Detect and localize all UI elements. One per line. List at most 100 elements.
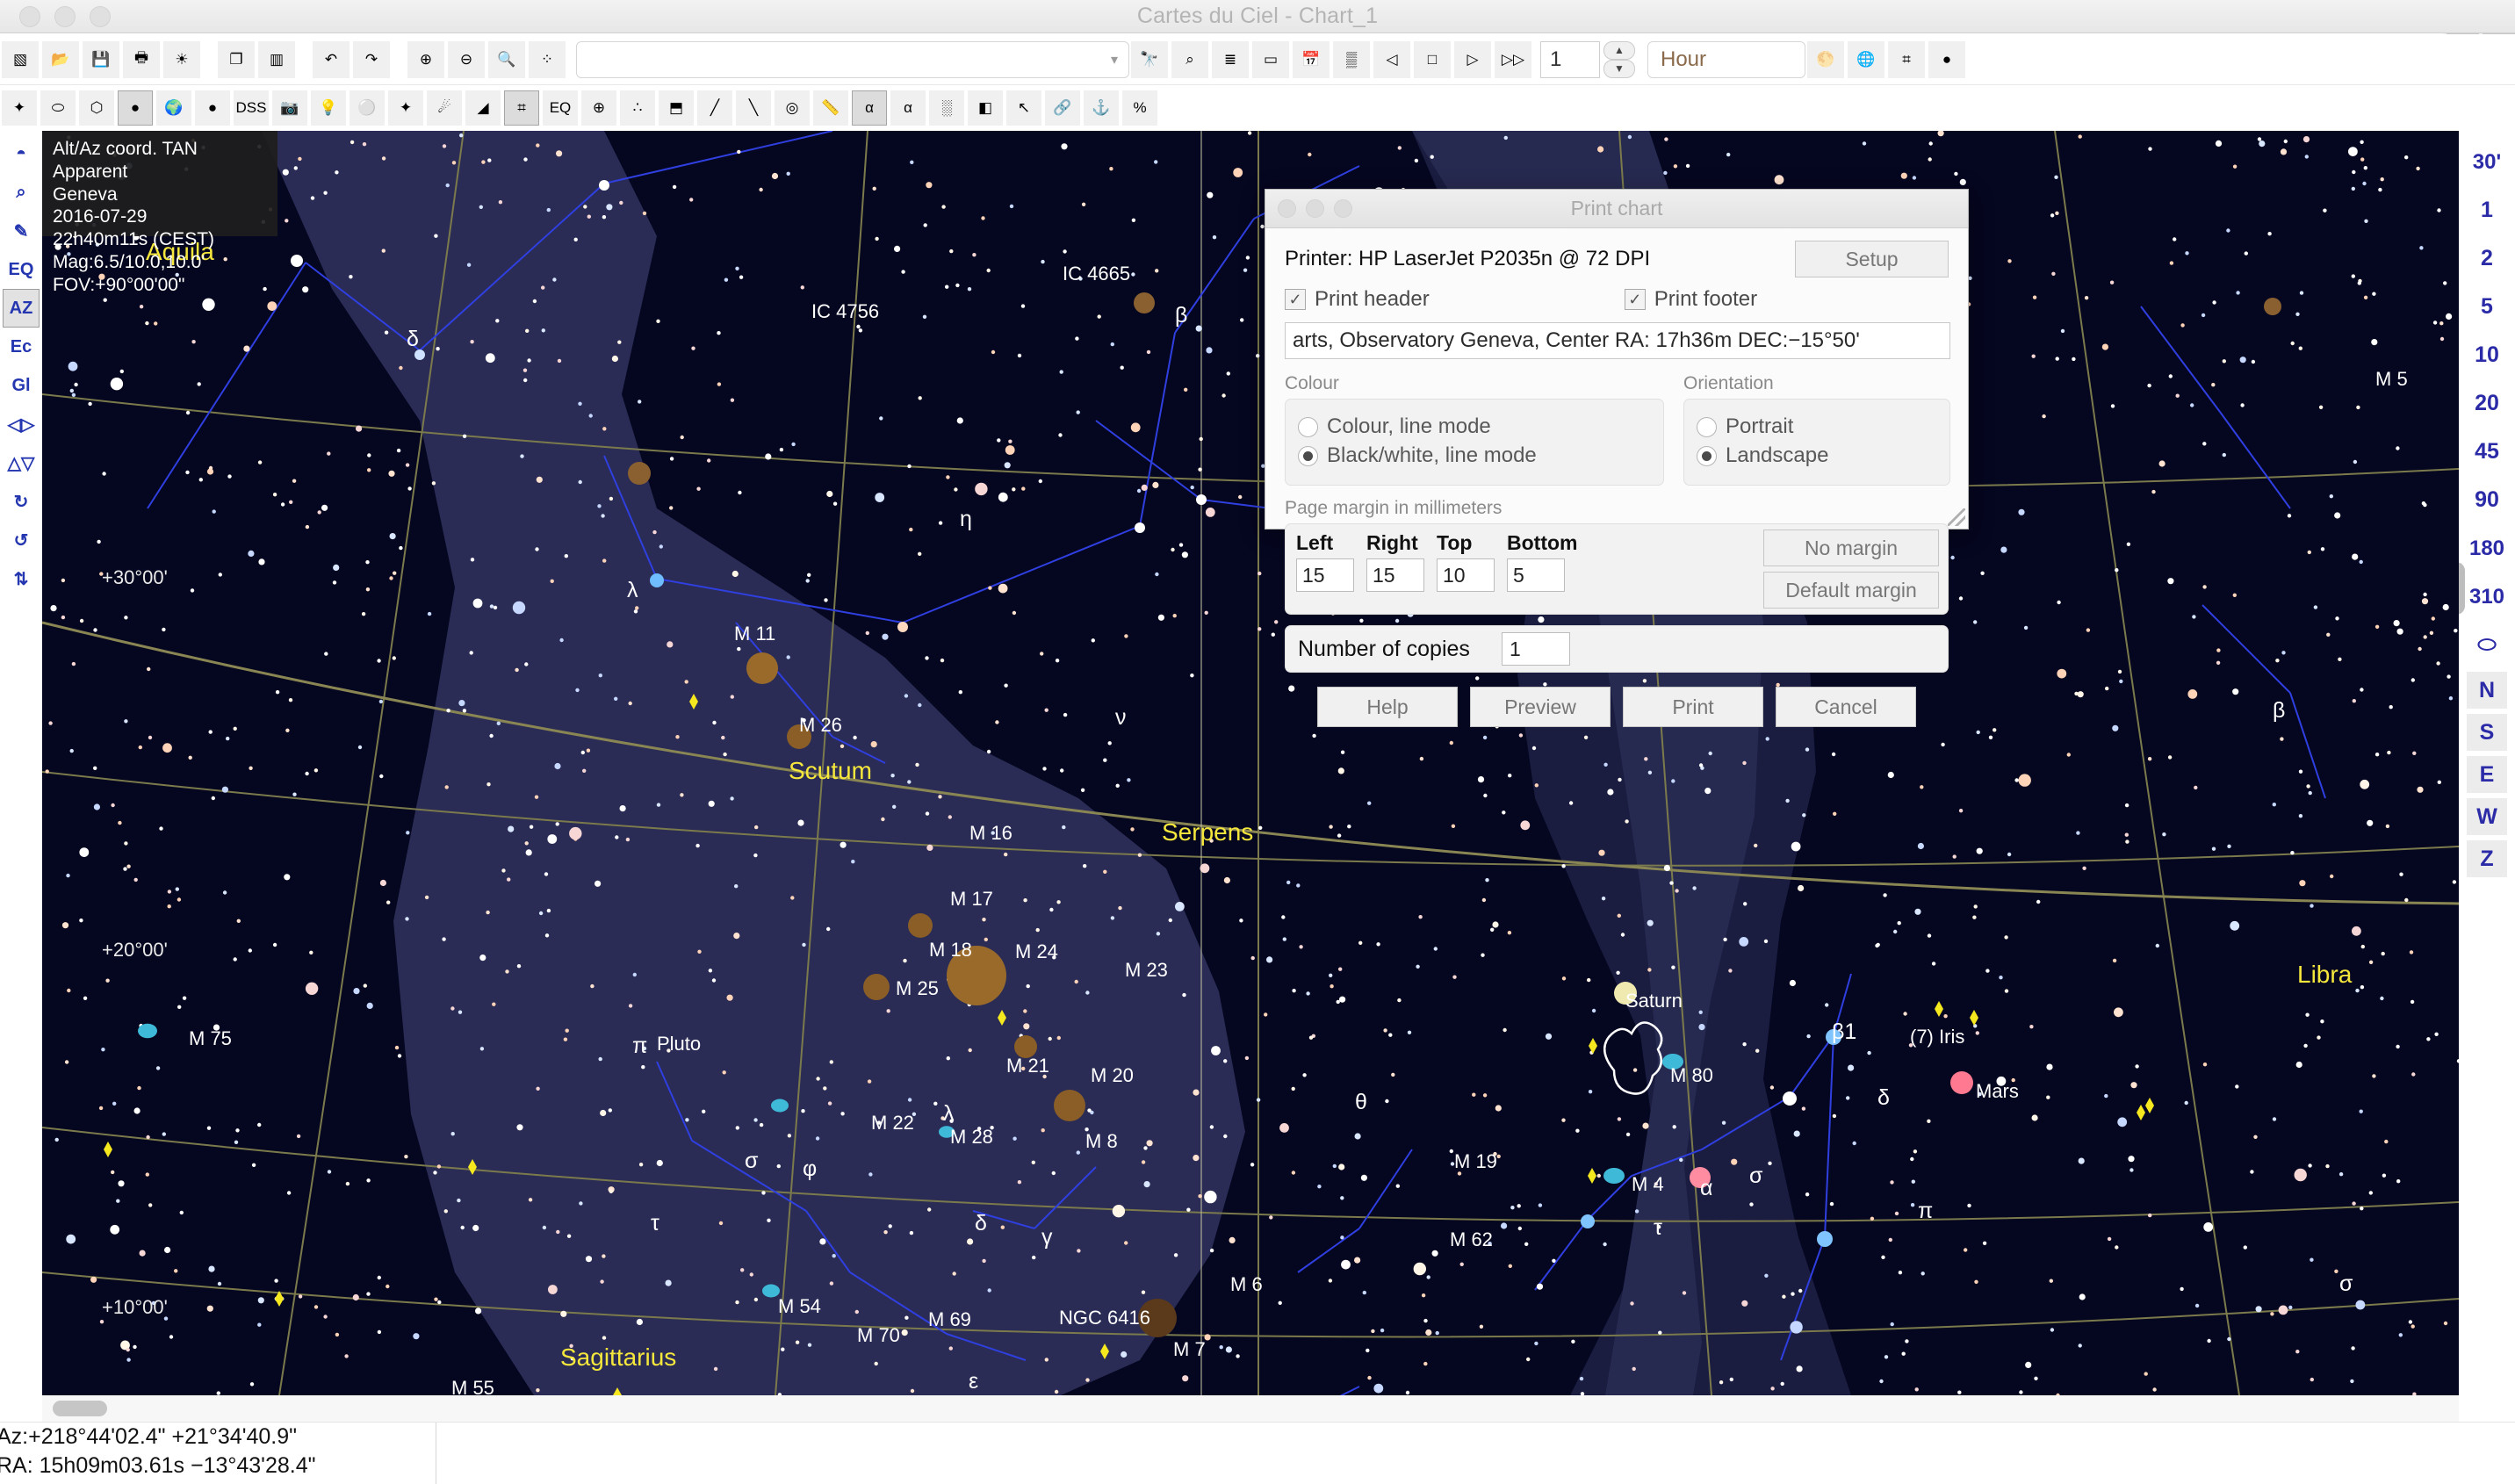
direction-button-e[interactable]: E	[2467, 756, 2507, 793]
zoom-in-button[interactable]: ⊕	[407, 40, 444, 78]
dot-object-button[interactable]: ●	[195, 90, 230, 126]
copy-button[interactable]: ❐	[218, 40, 255, 78]
radio-colour-line-mode[interactable]: Colour, line mode	[1298, 414, 1651, 439]
time-step-unit[interactable]: Hour	[1647, 40, 1805, 78]
zoom-fit-button[interactable]: 🔍	[488, 40, 525, 78]
grid-toggle-button[interactable]: ⌗	[504, 90, 539, 126]
save-chart-button[interactable]: 💾	[83, 40, 119, 78]
equatorial-coord-button[interactable]: EQ	[3, 250, 40, 289]
radio-icon[interactable]	[1697, 416, 1717, 437]
nebula-display-button[interactable]: ⬭	[2461, 621, 2512, 669]
telescope-control-button[interactable]: ⌕	[3, 173, 40, 212]
star-chart-canvas[interactable]: Alt/Az coord. TAN Apparent Geneva 2016-07-2…	[42, 131, 2459, 1395]
spectrum-button[interactable]: ▒	[1333, 40, 1370, 78]
header-text-input[interactable]: arts, Observatory Geneva, Center RA: 17h…	[1285, 322, 1950, 359]
globe-button[interactable]: 🌐	[1848, 40, 1884, 78]
alpha-label-button[interactable]: α	[852, 90, 887, 126]
zoom-level-30min[interactable]: 30'	[2461, 138, 2512, 186]
split-view-button[interactable]: ▥	[258, 40, 295, 78]
radio-icon[interactable]	[1697, 445, 1717, 466]
zoom-level-90[interactable]: 90	[2461, 476, 2512, 524]
nebula-toggle-button[interactable]: ⬭	[40, 90, 76, 126]
calendar-view-button[interactable]: ▭	[1252, 40, 1289, 78]
chain-link-button[interactable]: 🔗	[1045, 90, 1080, 126]
binoculars-button[interactable]: 🔭	[1131, 40, 1168, 78]
constellation-lines-button[interactable]: ∴	[620, 90, 655, 126]
zoom-level-10[interactable]: 10	[2461, 331, 2512, 379]
comets-toggle-button[interactable]: ✦	[388, 90, 423, 126]
zoom-level-1[interactable]: 1	[2461, 186, 2512, 234]
find-object-button[interactable]: ⌕	[1171, 40, 1208, 78]
flip-horizontal-button[interactable]: ◁▷	[3, 405, 40, 443]
stars-toggle-button[interactable]: ✦	[2, 90, 37, 126]
margin-top-input[interactable]: 10	[1437, 558, 1495, 592]
horizon-circle-button[interactable]: ◎	[775, 90, 810, 126]
observatory-dome-button[interactable]: ◓	[3, 134, 40, 173]
notes-edit-button[interactable]: ✎	[3, 212, 40, 250]
play-fast-button[interactable]: ▷▷	[1495, 40, 1531, 78]
undo-button[interactable]: ↶	[313, 40, 350, 78]
radio-portrait[interactable]: Portrait	[1697, 414, 1937, 439]
dark-nebula-button[interactable]: ●	[118, 90, 153, 126]
radio-icon[interactable]	[1298, 416, 1318, 437]
open-chart-button[interactable]: 📂	[42, 40, 79, 78]
redo-button[interactable]: ↷	[353, 40, 390, 78]
percent-button[interactable]: %	[1122, 90, 1157, 126]
ecliptic-coord-button[interactable]: Ec	[3, 328, 40, 366]
print-header-checkbox[interactable]: ✓	[1285, 289, 1306, 310]
stop-time-button[interactable]: □	[1414, 40, 1451, 78]
camera-button[interactable]: 📷	[272, 90, 307, 126]
preview-button[interactable]: Preview	[1470, 687, 1611, 727]
grid-button[interactable]: ⌗	[1888, 40, 1925, 78]
planet-button[interactable]: ●	[1928, 40, 1965, 78]
copies-input[interactable]: 1	[1501, 632, 1570, 666]
zoom-level-45[interactable]: 45	[2461, 428, 2512, 476]
meridian-button[interactable]: ╲	[736, 90, 771, 126]
margin-bottom-input[interactable]: 5	[1507, 558, 1565, 592]
time-step-value[interactable]: 1	[1540, 40, 1600, 78]
time-step-spinner[interactable]: ▲ ▼	[1603, 40, 1635, 78]
dss-button[interactable]: DSS	[234, 90, 269, 126]
rotate-right-button[interactable]: ↻	[3, 482, 40, 521]
asteroid-toggle-button[interactable]: ☄	[427, 90, 462, 126]
print-footer-checkbox[interactable]: ✓	[1624, 289, 1646, 310]
date-button[interactable]: 📅	[1293, 40, 1330, 78]
altaz-coord-button[interactable]: AZ	[3, 289, 40, 328]
eq-grid-button[interactable]: EQ	[543, 90, 578, 126]
search-combo[interactable]: ▾	[576, 40, 1129, 78]
sun-object-button[interactable]: ☀	[163, 40, 200, 78]
flip-vertical-button[interactable]: △▽	[3, 443, 40, 482]
moon-phase-button[interactable]: 🌕	[1807, 40, 1844, 78]
horizontal-scrollbar-thumb[interactable]	[53, 1401, 107, 1416]
color-invert-button[interactable]: ◧	[968, 90, 1003, 126]
radio-blackwhite-line-mode[interactable]: Black/white, line mode	[1298, 443, 1651, 468]
radio-landscape[interactable]: Landscape	[1697, 443, 1937, 468]
ecliptic-button[interactable]: ╱	[697, 90, 732, 126]
sky-background-button[interactable]: ░	[929, 90, 964, 126]
help-button[interactable]: Help	[1317, 687, 1458, 727]
zoom-out-button[interactable]: ⊖	[448, 40, 485, 78]
nebula-outline-button[interactable]: ⬡	[79, 90, 114, 126]
planets-toggle-button[interactable]: ⚪	[350, 90, 385, 126]
zoom-level-20[interactable]: 20	[2461, 379, 2512, 428]
compass-button[interactable]: ⊕	[581, 90, 616, 126]
chevron-down-icon[interactable]: ▾	[1111, 51, 1118, 68]
step-forward-button[interactable]: ▷	[1454, 40, 1491, 78]
margin-left-input[interactable]: 15	[1296, 558, 1354, 592]
horizontal-scrollbar[interactable]	[42, 1395, 2459, 1422]
direction-button-s[interactable]: S	[2467, 714, 2507, 751]
spinner-down-icon[interactable]: ▼	[1603, 59, 1635, 78]
radio-icon[interactable]	[1298, 445, 1318, 466]
print-button[interactable]: Print	[1623, 687, 1763, 727]
no-margin-button[interactable]: No margin	[1763, 529, 1939, 566]
direction-button-w[interactable]: W	[2467, 798, 2507, 835]
anchor-button[interactable]: ⚓	[1084, 90, 1119, 126]
ruler-button[interactable]: 📏	[813, 90, 848, 126]
new-chart-button[interactable]: ▧	[2, 40, 39, 78]
setup-button[interactable]: Setup	[1795, 241, 1949, 277]
direction-button-z[interactable]: Z	[2467, 840, 2507, 877]
direction-button-n[interactable]: N	[2467, 672, 2507, 709]
resize-vertical-button[interactable]: ⇅	[3, 559, 40, 598]
constellation-bounds-button[interactable]: ⬒	[659, 90, 694, 126]
galactic-coord-button[interactable]: Gl	[3, 366, 40, 405]
